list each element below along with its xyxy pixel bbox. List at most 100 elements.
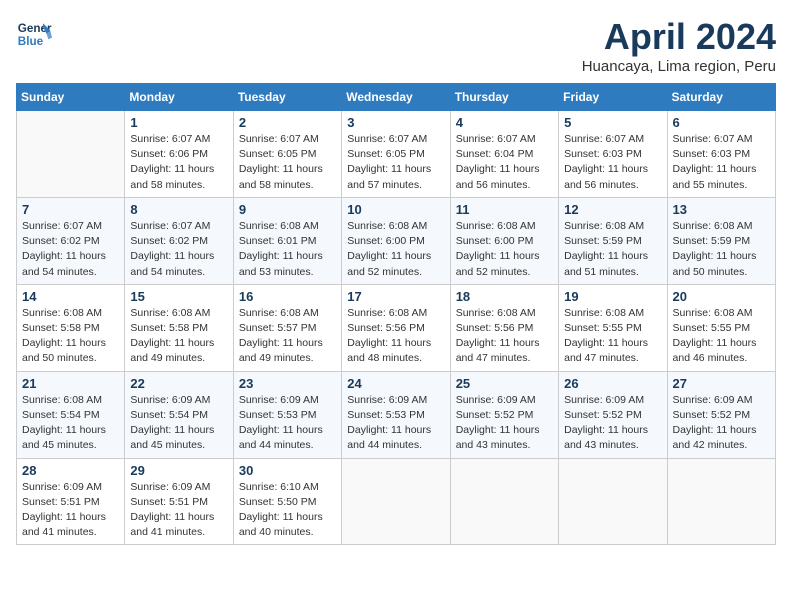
- weekday-header-row: SundayMondayTuesdayWednesdayThursdayFrid…: [17, 84, 776, 111]
- day-detail: Sunrise: 6:08 AM Sunset: 5:56 PM Dayligh…: [456, 306, 553, 367]
- calendar-day-cell: 27 Sunrise: 6:09 AM Sunset: 5:52 PM Dayli…: [667, 371, 775, 458]
- day-detail: Sunrise: 6:07 AM Sunset: 6:06 PM Dayligh…: [130, 132, 227, 193]
- calendar-week-row: 7 Sunrise: 6:07 AM Sunset: 6:02 PM Daylig…: [17, 197, 776, 284]
- day-detail: Sunrise: 6:09 AM Sunset: 5:52 PM Dayligh…: [456, 393, 553, 454]
- day-number: 1: [130, 115, 227, 130]
- calendar-day-cell: [667, 458, 775, 545]
- calendar-day-cell: 10 Sunrise: 6:08 AM Sunset: 6:00 PM Dayli…: [342, 197, 450, 284]
- calendar-day-cell: 24 Sunrise: 6:09 AM Sunset: 5:53 PM Dayli…: [342, 371, 450, 458]
- calendar-day-cell: 5Sunrise: 6:07 AM Sunset: 6:03 PM Daylig…: [559, 111, 667, 198]
- title-area: April 2024 Huancaya, Lima region, Peru: [582, 16, 776, 75]
- day-detail: Sunrise: 6:09 AM Sunset: 5:52 PM Dayligh…: [564, 393, 661, 454]
- calendar-day-cell: 11Sunrise: 6:08 AM Sunset: 6:00 PM Dayli…: [450, 197, 558, 284]
- day-number: 7: [22, 202, 119, 217]
- day-detail: Sunrise: 6:07 AM Sunset: 6:05 PM Dayligh…: [239, 132, 336, 193]
- day-detail: Sunrise: 6:07 AM Sunset: 6:02 PM Dayligh…: [130, 219, 227, 280]
- calendar-day-cell: 13 Sunrise: 6:08 AM Sunset: 5:59 PM Dayli…: [667, 197, 775, 284]
- day-detail: Sunrise: 6:08 AM Sunset: 5:59 PM Dayligh…: [564, 219, 661, 280]
- calendar-day-cell: 16 Sunrise: 6:08 AM Sunset: 5:57 PM Dayli…: [233, 284, 341, 371]
- day-number: 16: [239, 289, 336, 304]
- day-detail: Sunrise: 6:08 AM Sunset: 5:54 PM Dayligh…: [22, 393, 119, 454]
- calendar-day-cell: 9 Sunrise: 6:08 AM Sunset: 6:01 PM Daylig…: [233, 197, 341, 284]
- day-detail: Sunrise: 6:08 AM Sunset: 5:57 PM Dayligh…: [239, 306, 336, 367]
- calendar-day-cell: 28 Sunrise: 6:09 AM Sunset: 5:51 PM Dayli…: [17, 458, 125, 545]
- calendar-day-cell: [342, 458, 450, 545]
- day-detail: Sunrise: 6:09 AM Sunset: 5:54 PM Dayligh…: [130, 393, 227, 454]
- weekday-header-cell: Tuesday: [233, 84, 341, 111]
- calendar-day-cell: 20 Sunrise: 6:08 AM Sunset: 5:55 PM Dayli…: [667, 284, 775, 371]
- day-number: 24: [347, 376, 444, 391]
- weekday-header-cell: Saturday: [667, 84, 775, 111]
- day-number: 21: [22, 376, 119, 391]
- day-number: 20: [673, 289, 770, 304]
- day-number: 12: [564, 202, 661, 217]
- month-title: April 2024: [582, 16, 776, 58]
- day-number: 17: [347, 289, 444, 304]
- day-number: 28: [22, 463, 119, 478]
- calendar-week-row: 28 Sunrise: 6:09 AM Sunset: 5:51 PM Dayli…: [17, 458, 776, 545]
- calendar-day-cell: 6 Sunrise: 6:07 AM Sunset: 6:03 PM Daylig…: [667, 111, 775, 198]
- calendar-day-cell: 29Sunrise: 6:09 AM Sunset: 5:51 PM Dayli…: [125, 458, 233, 545]
- day-number: 19: [564, 289, 661, 304]
- day-detail: Sunrise: 6:08 AM Sunset: 6:00 PM Dayligh…: [347, 219, 444, 280]
- svg-text:Blue: Blue: [18, 35, 44, 48]
- day-number: 6: [673, 115, 770, 130]
- day-number: 18: [456, 289, 553, 304]
- calendar-day-cell: 3Sunrise: 6:07 AM Sunset: 6:05 PM Daylig…: [342, 111, 450, 198]
- calendar-day-cell: 30 Sunrise: 6:10 AM Sunset: 5:50 PM Dayli…: [233, 458, 341, 545]
- calendar-day-cell: 1 Sunrise: 6:07 AM Sunset: 6:06 PM Daylig…: [125, 111, 233, 198]
- day-detail: Sunrise: 6:09 AM Sunset: 5:53 PM Dayligh…: [347, 393, 444, 454]
- day-number: 22: [130, 376, 227, 391]
- calendar-week-row: 14Sunrise: 6:08 AM Sunset: 5:58 PM Dayli…: [17, 284, 776, 371]
- day-number: 25: [456, 376, 553, 391]
- calendar-week-row: 1 Sunrise: 6:07 AM Sunset: 6:06 PM Daylig…: [17, 111, 776, 198]
- day-detail: Sunrise: 6:08 AM Sunset: 6:01 PM Dayligh…: [239, 219, 336, 280]
- calendar-day-cell: 17Sunrise: 6:08 AM Sunset: 5:56 PM Dayli…: [342, 284, 450, 371]
- calendar-table: SundayMondayTuesdayWednesdayThursdayFrid…: [16, 83, 776, 545]
- location: Huancaya, Lima region, Peru: [582, 58, 776, 75]
- day-number: 11: [456, 202, 553, 217]
- day-detail: Sunrise: 6:10 AM Sunset: 5:50 PM Dayligh…: [239, 480, 336, 541]
- day-number: 5: [564, 115, 661, 130]
- calendar-day-cell: [559, 458, 667, 545]
- page-header: General Blue April 2024 Huancaya, Lima r…: [16, 16, 776, 75]
- calendar-day-cell: 19 Sunrise: 6:08 AM Sunset: 5:55 PM Dayli…: [559, 284, 667, 371]
- day-number: 27: [673, 376, 770, 391]
- day-detail: Sunrise: 6:07 AM Sunset: 6:03 PM Dayligh…: [673, 132, 770, 193]
- day-number: 9: [239, 202, 336, 217]
- calendar-day-cell: 4 Sunrise: 6:07 AM Sunset: 6:04 PM Daylig…: [450, 111, 558, 198]
- calendar-day-cell: 15Sunrise: 6:08 AM Sunset: 5:58 PM Dayli…: [125, 284, 233, 371]
- day-detail: Sunrise: 6:09 AM Sunset: 5:53 PM Dayligh…: [239, 393, 336, 454]
- day-detail: Sunrise: 6:08 AM Sunset: 5:55 PM Dayligh…: [673, 306, 770, 367]
- calendar-day-cell: 7Sunrise: 6:07 AM Sunset: 6:02 PM Daylig…: [17, 197, 125, 284]
- day-number: 15: [130, 289, 227, 304]
- day-detail: Sunrise: 6:07 AM Sunset: 6:05 PM Dayligh…: [347, 132, 444, 193]
- calendar-day-cell: 23 Sunrise: 6:09 AM Sunset: 5:53 PM Dayli…: [233, 371, 341, 458]
- day-detail: Sunrise: 6:07 AM Sunset: 6:04 PM Dayligh…: [456, 132, 553, 193]
- day-detail: Sunrise: 6:08 AM Sunset: 5:58 PM Dayligh…: [22, 306, 119, 367]
- weekday-header-cell: Sunday: [17, 84, 125, 111]
- day-number: 30: [239, 463, 336, 478]
- calendar-week-row: 21 Sunrise: 6:08 AM Sunset: 5:54 PM Dayli…: [17, 371, 776, 458]
- day-detail: Sunrise: 6:08 AM Sunset: 5:59 PM Dayligh…: [673, 219, 770, 280]
- day-number: 8: [130, 202, 227, 217]
- day-detail: Sunrise: 6:09 AM Sunset: 5:51 PM Dayligh…: [22, 480, 119, 541]
- calendar-day-cell: 21 Sunrise: 6:08 AM Sunset: 5:54 PM Dayli…: [17, 371, 125, 458]
- day-number: 26: [564, 376, 661, 391]
- day-number: 10: [347, 202, 444, 217]
- day-detail: Sunrise: 6:08 AM Sunset: 5:55 PM Dayligh…: [564, 306, 661, 367]
- day-number: 13: [673, 202, 770, 217]
- day-number: 4: [456, 115, 553, 130]
- calendar-day-cell: 18 Sunrise: 6:08 AM Sunset: 5:56 PM Dayli…: [450, 284, 558, 371]
- calendar-day-cell: 2Sunrise: 6:07 AM Sunset: 6:05 PM Daylig…: [233, 111, 341, 198]
- calendar-day-cell: [17, 111, 125, 198]
- logo: General Blue: [16, 16, 52, 52]
- day-detail: Sunrise: 6:09 AM Sunset: 5:51 PM Dayligh…: [130, 480, 227, 541]
- calendar-day-cell: 14Sunrise: 6:08 AM Sunset: 5:58 PM Dayli…: [17, 284, 125, 371]
- calendar-body: 1 Sunrise: 6:07 AM Sunset: 6:06 PM Daylig…: [17, 111, 776, 545]
- calendar-day-cell: 12 Sunrise: 6:08 AM Sunset: 5:59 PM Dayli…: [559, 197, 667, 284]
- day-number: 23: [239, 376, 336, 391]
- calendar-day-cell: 8 Sunrise: 6:07 AM Sunset: 6:02 PM Daylig…: [125, 197, 233, 284]
- calendar-day-cell: 22 Sunrise: 6:09 AM Sunset: 5:54 PM Dayli…: [125, 371, 233, 458]
- day-detail: Sunrise: 6:09 AM Sunset: 5:52 PM Dayligh…: [673, 393, 770, 454]
